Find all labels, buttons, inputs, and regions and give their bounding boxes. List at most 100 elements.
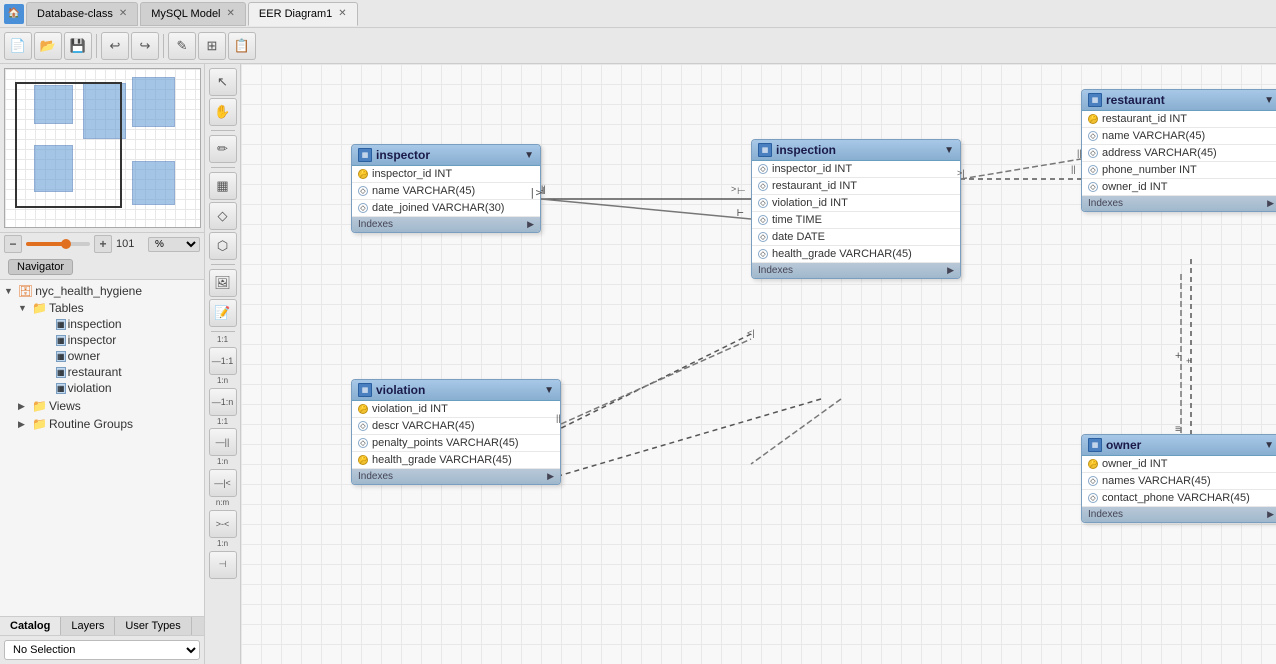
field-inspection-inspector-id: inspector_id INT xyxy=(772,163,852,175)
tree-expand-routines[interactable]: ▶ xyxy=(18,419,30,430)
zoom-dropdown[interactable]: % 50% 75% 100% 101% 125% 150% xyxy=(148,237,200,252)
tree-row-restaurant[interactable]: ▦ restaurant xyxy=(0,364,204,380)
home-icon[interactable]: 🏠 xyxy=(4,4,24,24)
tree-row-inspection[interactable]: ▦ inspection xyxy=(0,316,204,332)
rel-11-tool[interactable]: —1:1 xyxy=(209,347,237,375)
zoom-handle[interactable] xyxy=(61,239,71,249)
view-tool[interactable]: ◇ xyxy=(209,202,237,230)
zoom-out-button[interactable]: − xyxy=(4,235,22,253)
zoom-slider[interactable] xyxy=(26,242,90,246)
tree-row-views[interactable]: ▶ 📁 Views xyxy=(0,398,204,414)
undo-button[interactable]: ↩ xyxy=(101,32,129,60)
table-owner[interactable]: ▦ owner ▼ 🔑 owner_id INT ◇ names VARCHAR… xyxy=(1081,434,1276,523)
diagram-canvas[interactable]: || > || + ⊢ ⊢⊣ ▦ inspector ▼ 🔑 xyxy=(241,64,1276,664)
table-tool[interactable]: ▦ xyxy=(209,172,237,200)
edit-button[interactable]: ✎ xyxy=(168,32,196,60)
inspector-indexes[interactable]: Indexes ▶ xyxy=(352,217,540,232)
inspector-expand[interactable]: ▼ xyxy=(524,150,534,161)
rel-11-label-1: 1:1 xyxy=(217,336,228,345)
restaurant-indexes-arrow[interactable]: ▶ xyxy=(1267,198,1274,209)
owner-indexes[interactable]: Indexes ▶ xyxy=(1082,507,1276,522)
tree-row-routines[interactable]: ▶ 📁 Routine Groups xyxy=(0,416,204,432)
tab-catalog[interactable]: Catalog xyxy=(0,617,61,635)
hand-tool[interactable]: ✋ xyxy=(209,98,237,126)
table-restaurant[interactable]: ▦ restaurant ▼ 🔑 restaurant_id INT ◇ nam… xyxy=(1081,89,1276,212)
rel-1n-label-1: 1:n xyxy=(217,377,228,386)
tree-expand-views[interactable]: ▶ xyxy=(18,401,30,412)
navigator-preview xyxy=(4,68,201,228)
inspection-expand[interactable]: ▼ xyxy=(944,145,954,156)
tree-row-inspector[interactable]: ▦ inspector xyxy=(0,332,204,348)
zoom-in-button[interactable]: + xyxy=(94,235,112,253)
select-tool[interactable]: ↖ xyxy=(209,68,237,96)
inspector-header: ▦ inspector ▼ xyxy=(352,145,540,166)
table-inspection[interactable]: ▦ inspection ▼ ◇ inspector_id INT ◇ rest… xyxy=(751,139,961,279)
redo-button[interactable]: ↪ xyxy=(131,32,159,60)
note-tool[interactable]: 📝 xyxy=(209,299,237,327)
restaurant-table-icon: ▦ xyxy=(1088,93,1102,107)
tab-user-types[interactable]: User Types xyxy=(115,617,191,635)
tab-eer-diagram[interactable]: EER Diagram1 ✕ xyxy=(248,2,358,26)
restaurant-expand[interactable]: ▼ xyxy=(1264,95,1274,106)
selection-dropdown[interactable]: No Selection xyxy=(4,640,200,660)
inspection-indexes-arrow[interactable]: ▶ xyxy=(947,265,954,276)
navigator-tab[interactable]: Navigator xyxy=(8,259,73,275)
grid-button[interactable]: ⊞ xyxy=(198,32,226,60)
left-panel: − + 101 % 50% 75% 100% 101% 125% 150% Na… xyxy=(0,64,205,664)
image-tool[interactable]: 🖼 xyxy=(209,269,237,297)
restaurant-table-icon: ▦ xyxy=(56,367,66,378)
close-tab-mysql-model[interactable]: ✕ xyxy=(227,8,235,19)
rel-1n-id-tool[interactable]: ⊣ xyxy=(209,551,237,579)
tree-expand-root[interactable]: ▼ xyxy=(4,286,16,296)
rel-1n-tool[interactable]: —1:n xyxy=(209,388,237,416)
tree-row-root[interactable]: ▼ 🗄 nyc_health_hygiene xyxy=(0,283,204,299)
tree-routines-label: Routine Groups xyxy=(49,417,133,431)
owner-indexes-arrow[interactable]: ▶ xyxy=(1267,509,1274,520)
inspection-indexes[interactable]: Indexes ▶ xyxy=(752,263,960,278)
routine-tool[interactable]: ⬡ xyxy=(209,232,237,260)
violation-field-id: 🔑 violation_id INT xyxy=(352,401,560,418)
new-button[interactable]: 📄 xyxy=(4,32,32,60)
zoom-bar: − + 101 % 50% 75% 100% 101% 125% 150% xyxy=(0,232,204,255)
tree-row-violation[interactable]: ▦ violation xyxy=(0,380,204,396)
tree-row-owner[interactable]: ▦ owner xyxy=(0,348,204,364)
inspection-indexes-label: Indexes xyxy=(758,265,793,276)
open-button[interactable]: 📂 xyxy=(34,32,62,60)
close-tab-eer-diagram[interactable]: ✕ xyxy=(338,8,346,19)
copy-button[interactable]: 📋 xyxy=(228,32,256,60)
field-inspection-date: date DATE xyxy=(772,231,825,243)
tree-expand-tables[interactable]: ▼ xyxy=(18,303,30,313)
violation-expand[interactable]: ▼ xyxy=(544,385,554,396)
tab-mysql-model[interactable]: MySQL Model ✕ xyxy=(140,2,246,26)
violation-indexes-arrow[interactable]: ▶ xyxy=(547,471,554,482)
tab-layers[interactable]: Layers xyxy=(61,617,115,635)
tree-row-tables[interactable]: ▼ 📁 Tables xyxy=(0,300,204,316)
owner-header: ▦ owner ▼ xyxy=(1082,435,1276,456)
fk-icon-5: ◇ xyxy=(758,232,768,242)
close-tab-database-class[interactable]: ✕ xyxy=(119,8,127,19)
rel-1n-nn-tool[interactable]: —|< xyxy=(209,469,237,497)
table-inspector[interactable]: ▦ inspector ▼ 🔑 inspector_id INT ◇ name … xyxy=(351,144,541,233)
eraser-tool[interactable]: ✏ xyxy=(209,135,237,163)
svg-text:⊢: ⊢ xyxy=(737,206,744,219)
inspector-indexes-label: Indexes xyxy=(358,219,393,230)
table-violation[interactable]: ▦ violation ▼ 🔑 violation_id INT ◇ descr… xyxy=(351,379,561,485)
fk-icon-1: ◇ xyxy=(758,164,768,174)
tree-views-section: ▶ 📁 Views xyxy=(0,397,204,415)
tab-database-class[interactable]: Database-class ✕ xyxy=(26,2,138,26)
restaurant-indexes[interactable]: Indexes ▶ xyxy=(1082,196,1276,211)
rel-nm-tool[interactable]: >-< xyxy=(209,510,237,538)
fk-icon-4: ◇ xyxy=(758,215,768,225)
routines-folder-icon: 📁 xyxy=(32,417,47,431)
owner-expand[interactable]: ▼ xyxy=(1264,440,1274,451)
inspection-field-time: ◇ time TIME xyxy=(752,212,960,229)
inspector-table-icon: ▦ xyxy=(358,148,372,162)
inspector-indexes-arrow[interactable]: ▶ xyxy=(527,219,534,230)
rel-11-nn-tool[interactable]: —|| xyxy=(209,428,237,456)
fk-icon: ◇ xyxy=(1088,493,1098,503)
owner-field-phone: ◇ contact_phone VARCHAR(45) xyxy=(1082,490,1276,507)
save-button[interactable]: 💾 xyxy=(64,32,92,60)
tools-sep-1 xyxy=(211,130,235,131)
violation-indexes[interactable]: Indexes ▶ xyxy=(352,469,560,484)
tools-sep-2 xyxy=(211,167,235,168)
